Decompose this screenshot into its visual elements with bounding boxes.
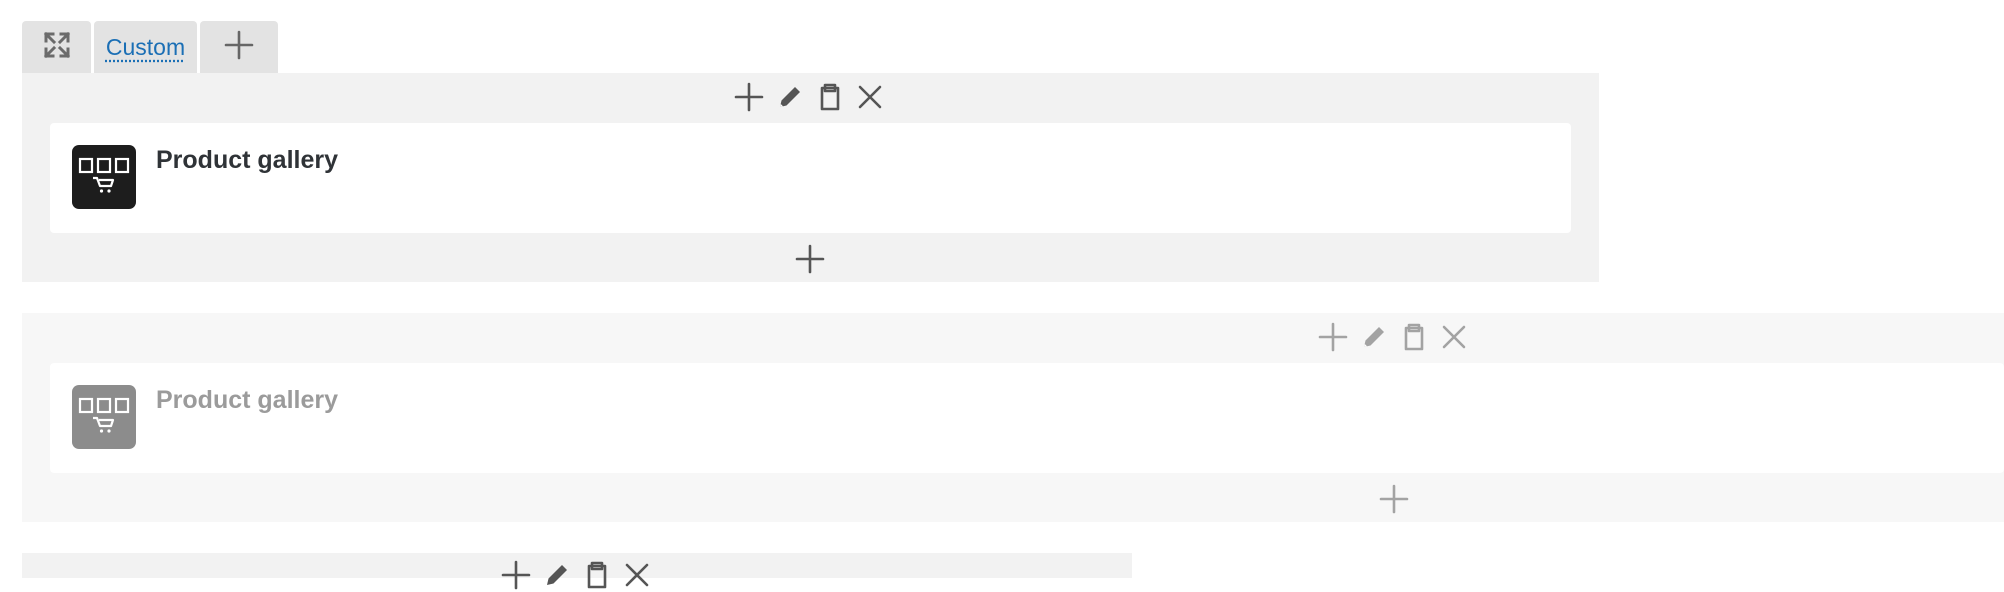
plus-icon [734, 82, 764, 112]
add-block-below-button[interactable] [1377, 482, 1411, 516]
block-title: Product gallery [156, 146, 338, 174]
block-panel-partial [22, 553, 1132, 578]
plus-icon [224, 30, 254, 65]
close-icon [624, 562, 650, 588]
pencil-icon [543, 561, 571, 589]
edit-block-button[interactable] [1357, 320, 1391, 354]
add-block-button[interactable] [732, 80, 766, 114]
block-title: Product gallery [156, 386, 338, 414]
add-block-below-button[interactable] [793, 242, 827, 276]
pencil-icon [776, 83, 804, 111]
remove-block-button[interactable] [853, 80, 887, 114]
copy-block-button[interactable] [580, 558, 614, 592]
tab-add[interactable] [200, 21, 278, 74]
fullscreen-expand-icon [43, 31, 71, 64]
add-block-button[interactable] [499, 558, 533, 592]
plus-icon [1379, 484, 1409, 514]
plus-icon [1318, 322, 1348, 352]
close-icon [1441, 324, 1467, 350]
block-card[interactable] [50, 363, 2004, 473]
copy-block-button[interactable] [813, 80, 847, 114]
tab-fullscreen[interactable] [22, 21, 91, 74]
close-icon [857, 84, 883, 110]
edit-block-button[interactable] [773, 80, 807, 114]
clipboard-icon [584, 560, 610, 590]
block-card[interactable] [50, 123, 1571, 233]
pencil-icon [1360, 323, 1388, 351]
tab-custom-label[interactable]: Custom [106, 34, 185, 61]
clipboard-icon [817, 82, 843, 112]
edit-block-button[interactable] [540, 558, 574, 592]
remove-block-button[interactable] [620, 558, 654, 592]
tab-custom[interactable]: Custom [94, 21, 197, 74]
product-gallery-icon [72, 145, 136, 209]
add-block-button[interactable] [1316, 320, 1350, 354]
copy-block-button[interactable] [1397, 320, 1431, 354]
remove-block-button[interactable] [1437, 320, 1471, 354]
clipboard-icon [1401, 322, 1427, 352]
product-gallery-icon [72, 385, 136, 449]
plus-icon [795, 244, 825, 274]
plus-icon [501, 560, 531, 590]
